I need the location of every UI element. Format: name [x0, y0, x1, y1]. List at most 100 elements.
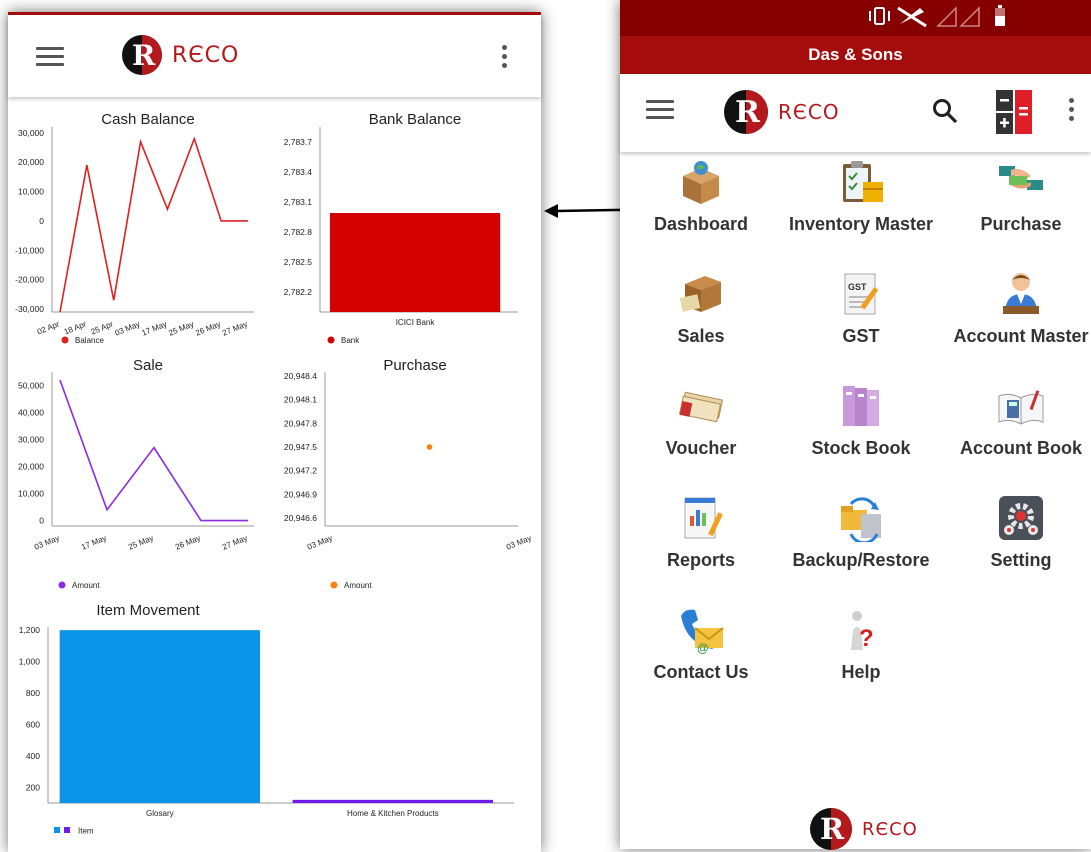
battery-icon — [995, 5, 1005, 26]
legend-label: Amount — [344, 581, 372, 590]
x-tick-label: Glosary — [146, 809, 174, 818]
search-icon[interactable] — [932, 98, 958, 124]
status-icons — [869, 5, 1005, 28]
menu-label: Stock Book — [811, 438, 911, 458]
binders-icon — [837, 382, 885, 430]
y-tick-label: 600 — [26, 719, 40, 729]
menu-item-contact-us[interactable]: @ Contact Us — [621, 606, 781, 683]
y-tick-label: 10,000 — [18, 489, 44, 499]
y-tick-label: 20,947.5 — [284, 442, 317, 452]
x-tick-label: 25 Apr — [90, 319, 115, 336]
menu-label: Backup/Restore — [792, 550, 930, 570]
dashboard-screen: R RЄCO Cash Balance Bank Balance Sale Pu… — [8, 12, 541, 852]
menu-label: Setting — [990, 550, 1052, 570]
more-options-icon[interactable] — [1069, 98, 1075, 125]
x-tick-label: 17 May — [140, 320, 168, 338]
menu-icon[interactable] — [646, 100, 674, 120]
main-menu-screen: Das & Sons R RЄCO Dashboard Inventory Ma… — [620, 0, 1091, 850]
wifi-off-icon — [897, 6, 927, 28]
menu-item-inventory-master[interactable]: Inventory Master — [781, 158, 941, 235]
package-cash-icon — [677, 270, 725, 318]
menu-item-help[interactable]: ? Help — [781, 606, 941, 683]
x-tick-label: 26 May — [174, 534, 202, 552]
reco-logo-icon: R — [724, 90, 768, 134]
y-tick-label: 2,783.1 — [284, 197, 313, 207]
x-tick-label: 02 Apr — [36, 319, 61, 336]
vibrate-icon — [869, 7, 890, 25]
y-tick-label: 20,948.4 — [284, 371, 317, 381]
menu-item-account-book[interactable]: Account Book — [941, 382, 1091, 459]
menu-item-voucher[interactable]: Voucher — [621, 382, 781, 459]
y-tick-label: 40,000 — [18, 408, 44, 418]
folder-sync-icon — [837, 494, 885, 545]
legend-swatch — [327, 336, 335, 344]
menu-label: Account Book — [959, 438, 1082, 458]
calculator-icon[interactable] — [996, 90, 1032, 134]
dashboard-charts: 30,000 20,000 10,000 0 -10,000 -20,000 -30,000… — [15, 127, 533, 836]
question-person-icon: ? — [837, 606, 885, 654]
menu-item-setting[interactable]: Setting — [941, 494, 1091, 571]
legend-swatch — [330, 581, 338, 589]
menu-label: Contact Us — [653, 662, 749, 682]
x-tick-label: 03 May — [306, 534, 334, 552]
menu-item-stock-book[interactable]: Stock Book — [781, 382, 941, 459]
menu-label: Dashboard — [653, 214, 749, 234]
menu-label: Reports — [666, 550, 735, 570]
menu-label: Voucher — [665, 438, 737, 458]
y-tick-label: 400 — [26, 751, 40, 761]
legend-label: Bank — [341, 336, 360, 345]
y-tick-label: 30,000 — [18, 435, 44, 445]
app-logo-text: RЄCO — [778, 100, 840, 124]
y-tick-label: 200 — [26, 782, 40, 792]
menu-item-purchase[interactable]: Purchase — [941, 158, 1091, 235]
menu-item-dashboard[interactable]: Dashboard — [621, 158, 781, 235]
svg-text:GST: GST — [848, 282, 867, 292]
x-tick-label: 17 May — [80, 534, 108, 552]
menu-item-reports[interactable]: Reports — [621, 494, 781, 571]
y-tick-label: 2,782.2 — [284, 287, 313, 297]
y-tick-label: 2,783.4 — [284, 167, 313, 177]
handshake-money-icon — [997, 158, 1045, 206]
menu-item-account-master[interactable]: Account Master — [941, 270, 1091, 347]
reco-logo-icon: R — [810, 808, 852, 850]
y-tick-label: -20,000 — [15, 275, 44, 285]
y-tick-label: 20,000 — [18, 157, 44, 167]
y-tick-label: 20,947.2 — [284, 466, 317, 476]
x-tick-label: 03 May — [505, 534, 533, 552]
y-tick-label: 20,946.6 — [284, 513, 317, 523]
legend-swatch — [58, 581, 66, 589]
y-tick-label: 20,948.1 — [284, 395, 317, 405]
signal-icon-2 — [959, 6, 980, 27]
x-tick-label: 03 May — [114, 320, 142, 338]
menu-item-gst[interactable]: GST GST — [781, 270, 941, 347]
report-chart-icon — [677, 494, 725, 542]
x-tick-label: ICICI Bank — [396, 318, 436, 327]
phone-mail-icon: @ — [677, 606, 725, 655]
menu-item-backup-restore[interactable]: Backup/Restore — [781, 494, 941, 571]
arrow-head — [544, 204, 558, 218]
gears-icon — [997, 494, 1045, 542]
data-point — [426, 444, 433, 450]
menu-label: Account Master — [953, 326, 1089, 346]
legend-label: Balance — [75, 336, 104, 345]
y-tick-label: 0 — [39, 216, 44, 226]
y-tick-label: -10,000 — [15, 245, 44, 255]
y-tick-label: 30,000 — [18, 128, 44, 138]
legend-swatch — [64, 827, 70, 833]
menu-label: Help — [841, 662, 881, 682]
x-tick-label: 25 May — [127, 534, 155, 552]
y-tick-label: -30,000 — [15, 304, 44, 314]
app-logo: R RЄCO — [724, 90, 840, 134]
menu-item-sales[interactable]: Sales — [621, 270, 781, 347]
main-app-bar: R RЄCO — [620, 74, 1091, 152]
y-tick-label: 10,000 — [18, 187, 44, 197]
cheque-icon — [677, 382, 725, 430]
menu-label: GST — [842, 326, 880, 346]
svg-text:?: ? — [859, 625, 874, 652]
x-tick-label: 26 May — [194, 320, 222, 338]
y-tick-label: 20,000 — [18, 462, 44, 472]
svg-text:@: @ — [697, 641, 709, 654]
legend-swatch — [61, 336, 69, 344]
series-line — [59, 379, 248, 522]
legend-label: Item — [78, 827, 94, 836]
